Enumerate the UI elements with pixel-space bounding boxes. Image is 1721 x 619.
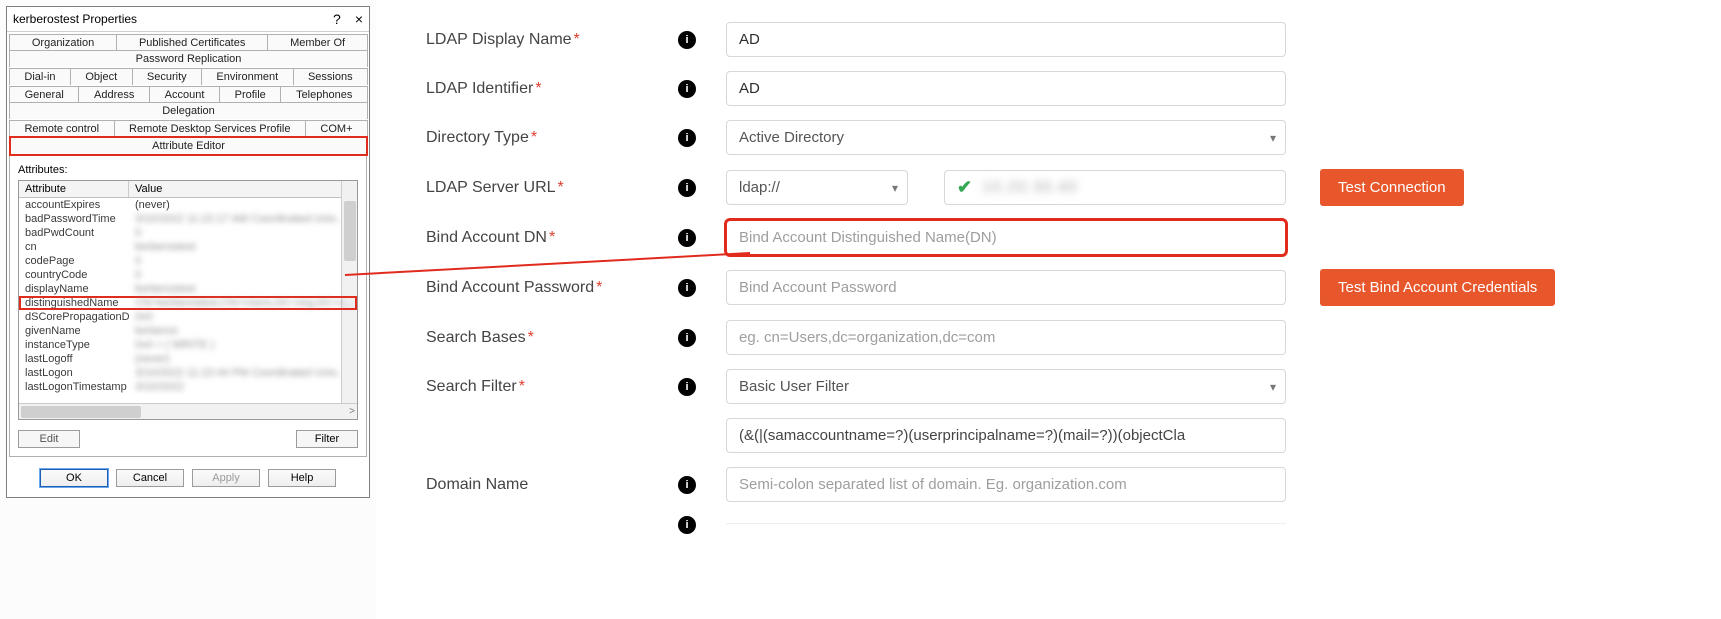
tab-object[interactable]: Object — [70, 68, 133, 85]
info-icon[interactable]: i — [678, 329, 696, 347]
bind-password-input[interactable] — [726, 270, 1286, 305]
tab-remote-desktop-services-profile[interactable]: Remote Desktop Services Profile — [114, 120, 306, 137]
info-icon[interactable]: i — [678, 229, 696, 247]
cancel-button[interactable]: Cancel — [116, 469, 184, 487]
info-icon[interactable]: i — [678, 516, 696, 534]
properties-dialog: kerberostest Properties ? × Organization… — [6, 6, 370, 498]
tab-address[interactable]: Address — [78, 86, 150, 103]
tab-environment[interactable]: Environment — [201, 68, 294, 85]
edit-button[interactable]: Edit — [18, 430, 80, 448]
tab-dial-in[interactable]: Dial-in — [9, 68, 71, 85]
directory-type-label: Directory Type — [426, 129, 529, 146]
info-icon[interactable]: i — [678, 476, 696, 494]
tab-general[interactable]: General — [9, 86, 79, 103]
attribute-row[interactable]: displayNamekerberostest — [19, 282, 357, 296]
tab-sessions[interactable]: Sessions — [293, 68, 368, 85]
info-icon[interactable]: i — [678, 279, 696, 297]
ldap-identifier-input[interactable] — [726, 71, 1286, 106]
ldap-scheme-select[interactable]: ldap:// — [726, 170, 908, 205]
attribute-row[interactable]: givenNamekerberos — [19, 324, 357, 338]
tab-security[interactable]: Security — [132, 68, 203, 85]
apply-button[interactable]: Apply — [192, 469, 260, 487]
scrollbar-vertical[interactable] — [341, 181, 357, 403]
tab-attribute-editor[interactable]: Attribute Editor — [9, 136, 368, 156]
domain-name-input[interactable] — [726, 467, 1286, 502]
tab-password-replication[interactable]: Password Replication — [9, 50, 368, 67]
attribute-row[interactable]: cnkerberostest — [19, 240, 357, 254]
attribute-row[interactable]: lastLogoff(never) — [19, 352, 357, 366]
attribute-row[interactable]: codePage0 — [19, 254, 357, 268]
tab-telephones[interactable]: Telephones — [280, 86, 368, 103]
col-attribute[interactable]: Attribute — [19, 181, 129, 197]
tab-member-of[interactable]: Member Of — [267, 34, 368, 51]
search-bases-input[interactable] — [726, 320, 1286, 355]
attribute-row[interactable]: lastLogon3/10/2022 11:22:44 PM Coordinat… — [19, 366, 357, 380]
ldap-display-name-input[interactable] — [726, 22, 1286, 57]
ldap-server-host-input[interactable]: ✔ 10.20.30.40 — [944, 170, 1286, 205]
search-filter-expression[interactable]: (&(|(samaccountname=?)(userprincipalname… — [726, 418, 1286, 453]
ldap-display-name-label: LDAP Display Name — [426, 31, 572, 48]
tab-organization[interactable]: Organization — [9, 34, 117, 51]
info-icon[interactable]: i — [678, 80, 696, 98]
check-icon: ✔ — [957, 177, 972, 198]
bind-password-label: Bind Account Password — [426, 279, 594, 296]
info-icon[interactable]: i — [678, 129, 696, 147]
attribute-row[interactable]: distinguishedNameCN=kerberostest,CN=User… — [19, 296, 357, 310]
info-icon[interactable]: i — [678, 31, 696, 49]
filter-button[interactable]: Filter — [296, 430, 358, 448]
help-button[interactable]: Help — [268, 469, 336, 487]
info-icon[interactable]: i — [678, 179, 696, 197]
dialog-title: kerberostest Properties — [13, 12, 137, 26]
search-bases-label: Search Bases — [426, 329, 526, 346]
attribute-row[interactable]: lastLogonTimestamp3/10/2022 — [19, 380, 357, 394]
test-connection-button[interactable]: Test Connection — [1320, 169, 1464, 206]
ldap-config-form: LDAP Display Name* i LDAP Identifier* i … — [376, 0, 1721, 619]
attribute-row[interactable]: accountExpires(never) — [19, 198, 357, 212]
tab-delegation[interactable]: Delegation — [9, 102, 368, 119]
col-value[interactable]: Value — [129, 181, 357, 197]
attribute-row[interactable]: dSCorePropagationD...0x0 — [19, 310, 357, 324]
tab-com+[interactable]: COM+ — [305, 120, 368, 137]
search-filter-label: Search Filter — [426, 378, 517, 395]
attribute-row[interactable]: badPasswordTime3/10/2022 11:22:17 AM Coo… — [19, 212, 357, 226]
tab-published-certificates[interactable]: Published Certificates — [116, 34, 268, 51]
attribute-row[interactable]: countryCode0 — [19, 268, 357, 282]
test-bind-credentials-button[interactable]: Test Bind Account Credentials — [1320, 269, 1555, 306]
ok-button[interactable]: OK — [40, 469, 108, 487]
help-icon[interactable]: ? — [333, 11, 341, 27]
search-filter-select[interactable]: Basic User Filter — [726, 369, 1286, 404]
bind-dn-label: Bind Account DN — [426, 229, 547, 246]
tab-remote-control[interactable]: Remote control — [9, 120, 115, 137]
close-icon[interactable]: × — [355, 11, 363, 27]
attribute-row[interactable]: instanceType0x4 = ( WRITE ) — [19, 338, 357, 352]
domain-name-label: Domain Name — [426, 476, 528, 494]
attribute-editor-panel: Attributes: Attribute Value accountExpir… — [9, 155, 367, 457]
directory-type-select[interactable]: Active Directory — [726, 120, 1286, 155]
attribute-row[interactable]: badPwdCount0 — [19, 226, 357, 240]
info-icon[interactable]: i — [678, 378, 696, 396]
tab-profile[interactable]: Profile — [219, 86, 281, 103]
scrollbar-horizontal[interactable]: < > — [19, 403, 357, 419]
dialog-titlebar[interactable]: kerberostest Properties ? × — [7, 7, 369, 32]
attributes-label: Attributes: — [18, 164, 358, 176]
attributes-table[interactable]: Attribute Value accountExpires(never)bad… — [18, 180, 358, 420]
tab-account[interactable]: Account — [149, 86, 220, 103]
bind-dn-input[interactable] — [726, 220, 1286, 255]
ldap-identifier-label: LDAP Identifier — [426, 80, 533, 97]
ldap-server-url-label: LDAP Server URL — [426, 179, 556, 196]
